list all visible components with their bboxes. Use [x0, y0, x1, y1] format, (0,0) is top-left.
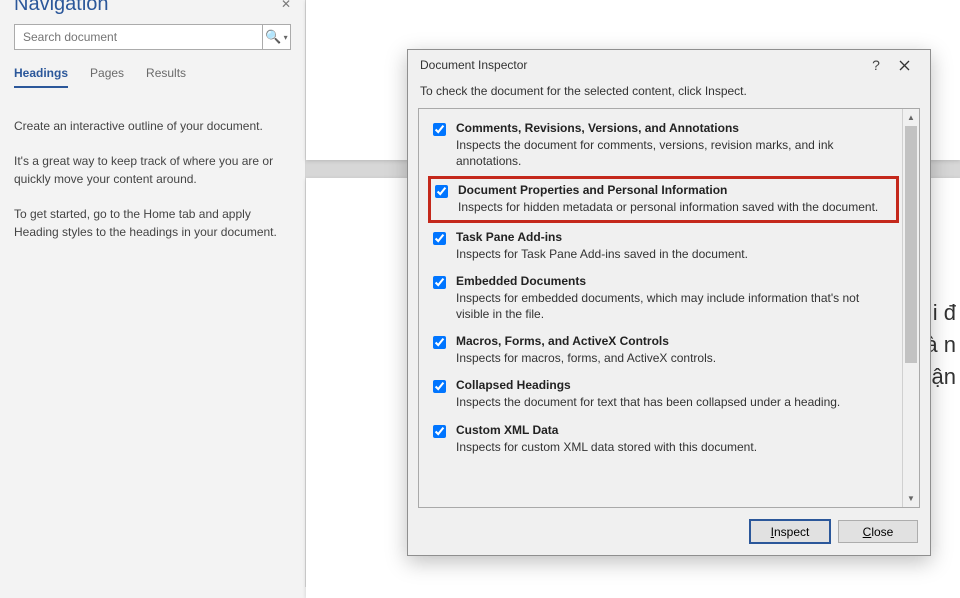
- search-input[interactable]: [15, 30, 262, 44]
- document-text: i đ: [933, 296, 956, 329]
- navigation-pane: Navigation ✕ 🔍 ▾ Headings Pages Results …: [0, 0, 306, 587]
- dialog-list-container: Comments, Revisions, Versions, and Annot…: [418, 108, 920, 508]
- dialog-footer: Inspect Close: [408, 508, 930, 555]
- scrollbar[interactable]: ▲ ▼: [902, 109, 919, 507]
- inspector-option-text: Comments, Revisions, Versions, and Annot…: [456, 121, 894, 169]
- inspector-checkbox[interactable]: [433, 276, 446, 289]
- inspector-option-text: Task Pane Add-ins Inspects for Task Pane …: [456, 230, 894, 262]
- button-label: nspect: [774, 525, 809, 539]
- scroll-up-icon[interactable]: ▲: [903, 109, 919, 126]
- inspector-checkbox[interactable]: [433, 123, 446, 136]
- dialog-list: Comments, Revisions, Versions, and Annot…: [419, 109, 902, 507]
- help-icon[interactable]: ?: [862, 51, 890, 79]
- inspector-option-desc: Inspects the document for comments, vers…: [456, 137, 894, 169]
- inspector-option-desc: Inspects for embedded documents, which m…: [456, 290, 894, 322]
- inspector-option: Collapsed Headings Inspects the document …: [427, 372, 900, 416]
- chevron-down-icon: ▾: [284, 33, 288, 42]
- search-box: 🔍 ▾: [14, 24, 291, 50]
- tab-results[interactable]: Results: [146, 66, 186, 88]
- inspector-option-title: Custom XML Data: [456, 423, 894, 437]
- inspector-option-title: Task Pane Add-ins: [456, 230, 894, 244]
- close-button[interactable]: Close: [838, 520, 918, 543]
- scroll-track[interactable]: [903, 126, 919, 490]
- inspector-checkbox[interactable]: [433, 336, 446, 349]
- nav-help-text: Create an interactive outline of your do…: [14, 118, 291, 135]
- inspector-option: Task Pane Add-ins Inspects for Task Pane …: [427, 224, 900, 268]
- scroll-down-icon[interactable]: ▼: [903, 490, 919, 507]
- tab-pages[interactable]: Pages: [90, 66, 124, 88]
- inspector-checkbox[interactable]: [433, 380, 446, 393]
- inspector-option: Document Properties and Personal Informa…: [429, 177, 898, 221]
- inspect-button[interactable]: Inspect: [750, 520, 830, 543]
- inspector-checkbox[interactable]: [435, 185, 448, 198]
- scroll-thumb[interactable]: [905, 126, 917, 363]
- inspector-option-title: Collapsed Headings: [456, 378, 894, 392]
- inspector-option: Embedded Documents Inspects for embedded …: [427, 268, 900, 328]
- button-label: lose: [871, 525, 893, 539]
- dialog-titlebar[interactable]: Document Inspector ?: [408, 50, 930, 80]
- inspector-option-desc: Inspects for Task Pane Add-ins saved in …: [456, 246, 894, 262]
- search-button[interactable]: 🔍 ▾: [262, 25, 290, 49]
- navigation-tabs: Headings Pages Results: [14, 66, 291, 88]
- inspector-option: Custom XML Data Inspects for custom XML d…: [427, 417, 900, 461]
- inspector-option-desc: Inspects for custom XML data stored with…: [456, 439, 894, 455]
- dialog-instruction: To check the document for the selected c…: [408, 80, 930, 108]
- inspector-option-desc: Inspects for hidden metadata or personal…: [458, 199, 892, 215]
- inspector-option-text: Embedded Documents Inspects for embedded …: [456, 274, 894, 322]
- inspector-option-desc: Inspects the document for text that has …: [456, 394, 894, 410]
- inspector-option-text: Macros, Forms, and ActiveX Controls Inspe…: [456, 334, 894, 366]
- inspector-option-text: Custom XML Data Inspects for custom XML d…: [456, 423, 894, 455]
- inspector-option-text: Document Properties and Personal Informa…: [458, 183, 892, 215]
- navigation-body: Create an interactive outline of your do…: [14, 118, 291, 241]
- document-text: ận: [932, 360, 956, 393]
- inspector-option-title: Comments, Revisions, Versions, and Annot…: [456, 121, 894, 135]
- navigation-title: Navigation: [14, 0, 109, 16]
- inspector-option: Macros, Forms, and ActiveX Controls Inspe…: [427, 328, 900, 372]
- inspector-option-title: Embedded Documents: [456, 274, 894, 288]
- inspector-option-title: Macros, Forms, and ActiveX Controls: [456, 334, 894, 348]
- inspector-option-title: Document Properties and Personal Informa…: [458, 183, 892, 197]
- navigation-close-icon[interactable]: ✕: [281, 0, 291, 11]
- nav-help-text: To get started, go to the Home tab and a…: [14, 206, 291, 241]
- inspector-option-desc: Inspects for macros, forms, and ActiveX …: [456, 350, 894, 366]
- nav-help-text: It's a great way to keep track of where …: [14, 153, 291, 188]
- inspector-checkbox[interactable]: [433, 232, 446, 245]
- close-icon[interactable]: [890, 51, 918, 79]
- tab-headings[interactable]: Headings: [14, 66, 68, 88]
- inspector-option-text: Collapsed Headings Inspects the document …: [456, 378, 894, 410]
- inspector-option: Comments, Revisions, Versions, and Annot…: [427, 115, 900, 175]
- search-icon: 🔍: [265, 29, 281, 45]
- document-inspector-dialog: Document Inspector ? To check the docume…: [407, 49, 931, 556]
- dialog-title: Document Inspector: [420, 58, 862, 72]
- inspector-checkbox[interactable]: [433, 425, 446, 438]
